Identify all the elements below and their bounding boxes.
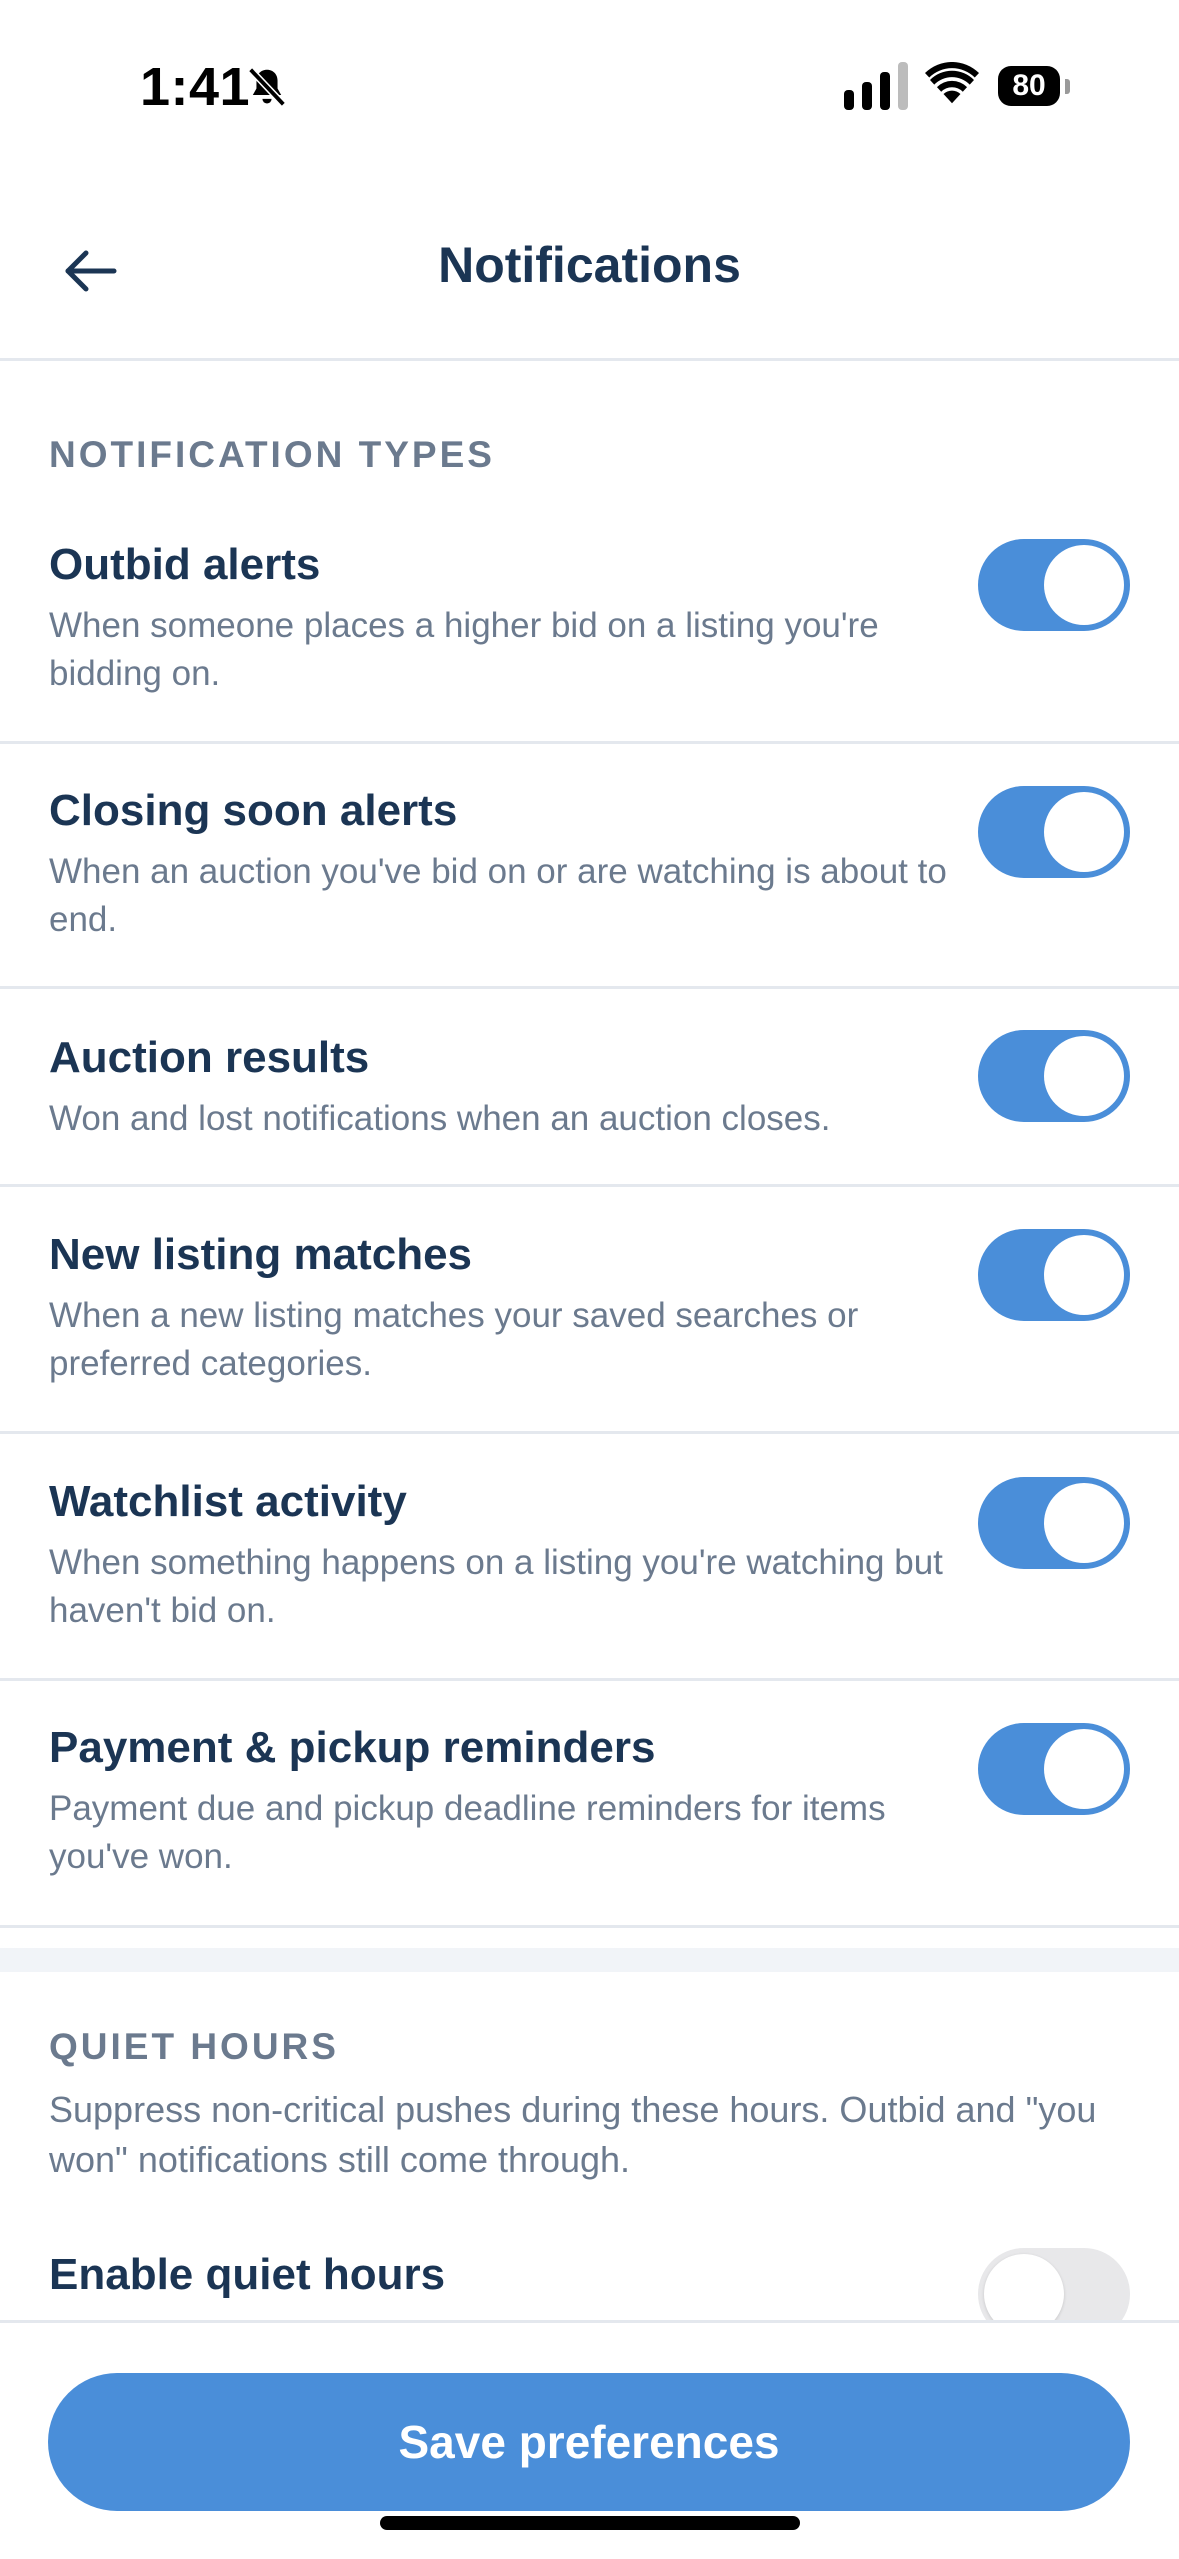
status-time: 1:41 — [140, 57, 251, 117]
watchlist-activity-toggle[interactable] — [978, 1477, 1130, 1569]
row-description: When something happens on a listing you'… — [49, 1543, 943, 1630]
enable-quiet-hours-label: Enable quiet hours — [49, 2250, 446, 2299]
section-label-quiet-hours: QUIET HOURS — [49, 2026, 339, 2067]
payment-pickup-reminders-toggle[interactable] — [978, 1723, 1130, 1815]
toggle-knob — [1044, 1729, 1124, 1809]
battery-icon: 80 — [998, 66, 1070, 106]
toggle-knob — [1044, 1483, 1124, 1563]
row-title: New listing matches — [49, 1230, 473, 1279]
row-title: Closing soon alerts — [49, 786, 458, 835]
auction-results-toggle[interactable] — [978, 1030, 1130, 1122]
page-title: Notifications — [438, 237, 741, 293]
cellular-signal-icon — [844, 62, 908, 110]
row-title: Outbid alerts — [49, 540, 321, 589]
section-divider — [0, 1948, 1179, 1972]
bell-muted-icon — [248, 67, 286, 107]
row-title: Auction results — [49, 1033, 370, 1082]
section-label-notification-types: NOTIFICATION TYPES — [49, 434, 495, 475]
row-outbid-alerts: Outbid alerts When someone places a high… — [0, 539, 1179, 744]
new-listing-matches-toggle[interactable] — [978, 1229, 1130, 1321]
wifi-icon — [925, 62, 979, 104]
outbid-alerts-toggle[interactable] — [978, 539, 1130, 631]
row-description: When someone places a higher bid on a li… — [49, 606, 879, 693]
toggle-knob — [1044, 792, 1124, 872]
row-description: When an auction you've bid on or are wat… — [49, 852, 947, 939]
row-title: Watchlist activity — [49, 1477, 407, 1526]
home-indicator — [380, 2516, 800, 2530]
save-preferences-button[interactable]: Save preferences — [48, 2373, 1130, 2511]
quiet-hours-description: Suppress non-critical pushes during thes… — [49, 2089, 1097, 2180]
row-closing-soon-alerts: Closing soon alerts When an auction you'… — [0, 786, 1179, 989]
toggle-knob — [1044, 545, 1124, 625]
status-bar: 1:41 80 — [0, 0, 1179, 170]
battery-level: 80 — [1012, 69, 1046, 102]
row-new-listing-matches: New listing matches When a new listing m… — [0, 1229, 1179, 1434]
toggle-knob — [1044, 1235, 1124, 1315]
row-description: When a new listing matches your saved se… — [49, 1296, 859, 1383]
closing-soon-alerts-toggle[interactable] — [978, 786, 1130, 878]
toggle-knob — [1044, 1036, 1124, 1116]
row-description: Payment due and pickup deadline reminder… — [49, 1789, 886, 1876]
header: Notifications — [0, 200, 1179, 361]
row-payment-pickup-reminders: Payment & pickup reminders Payment due a… — [0, 1723, 1179, 1928]
row-description: Won and lost notifications when an aucti… — [49, 1099, 831, 1138]
row-auction-results: Auction results Won and lost notificatio… — [0, 1030, 1179, 1187]
row-title: Payment & pickup reminders — [49, 1723, 656, 1772]
row-watchlist-activity: Watchlist activity When something happen… — [0, 1477, 1179, 1681]
